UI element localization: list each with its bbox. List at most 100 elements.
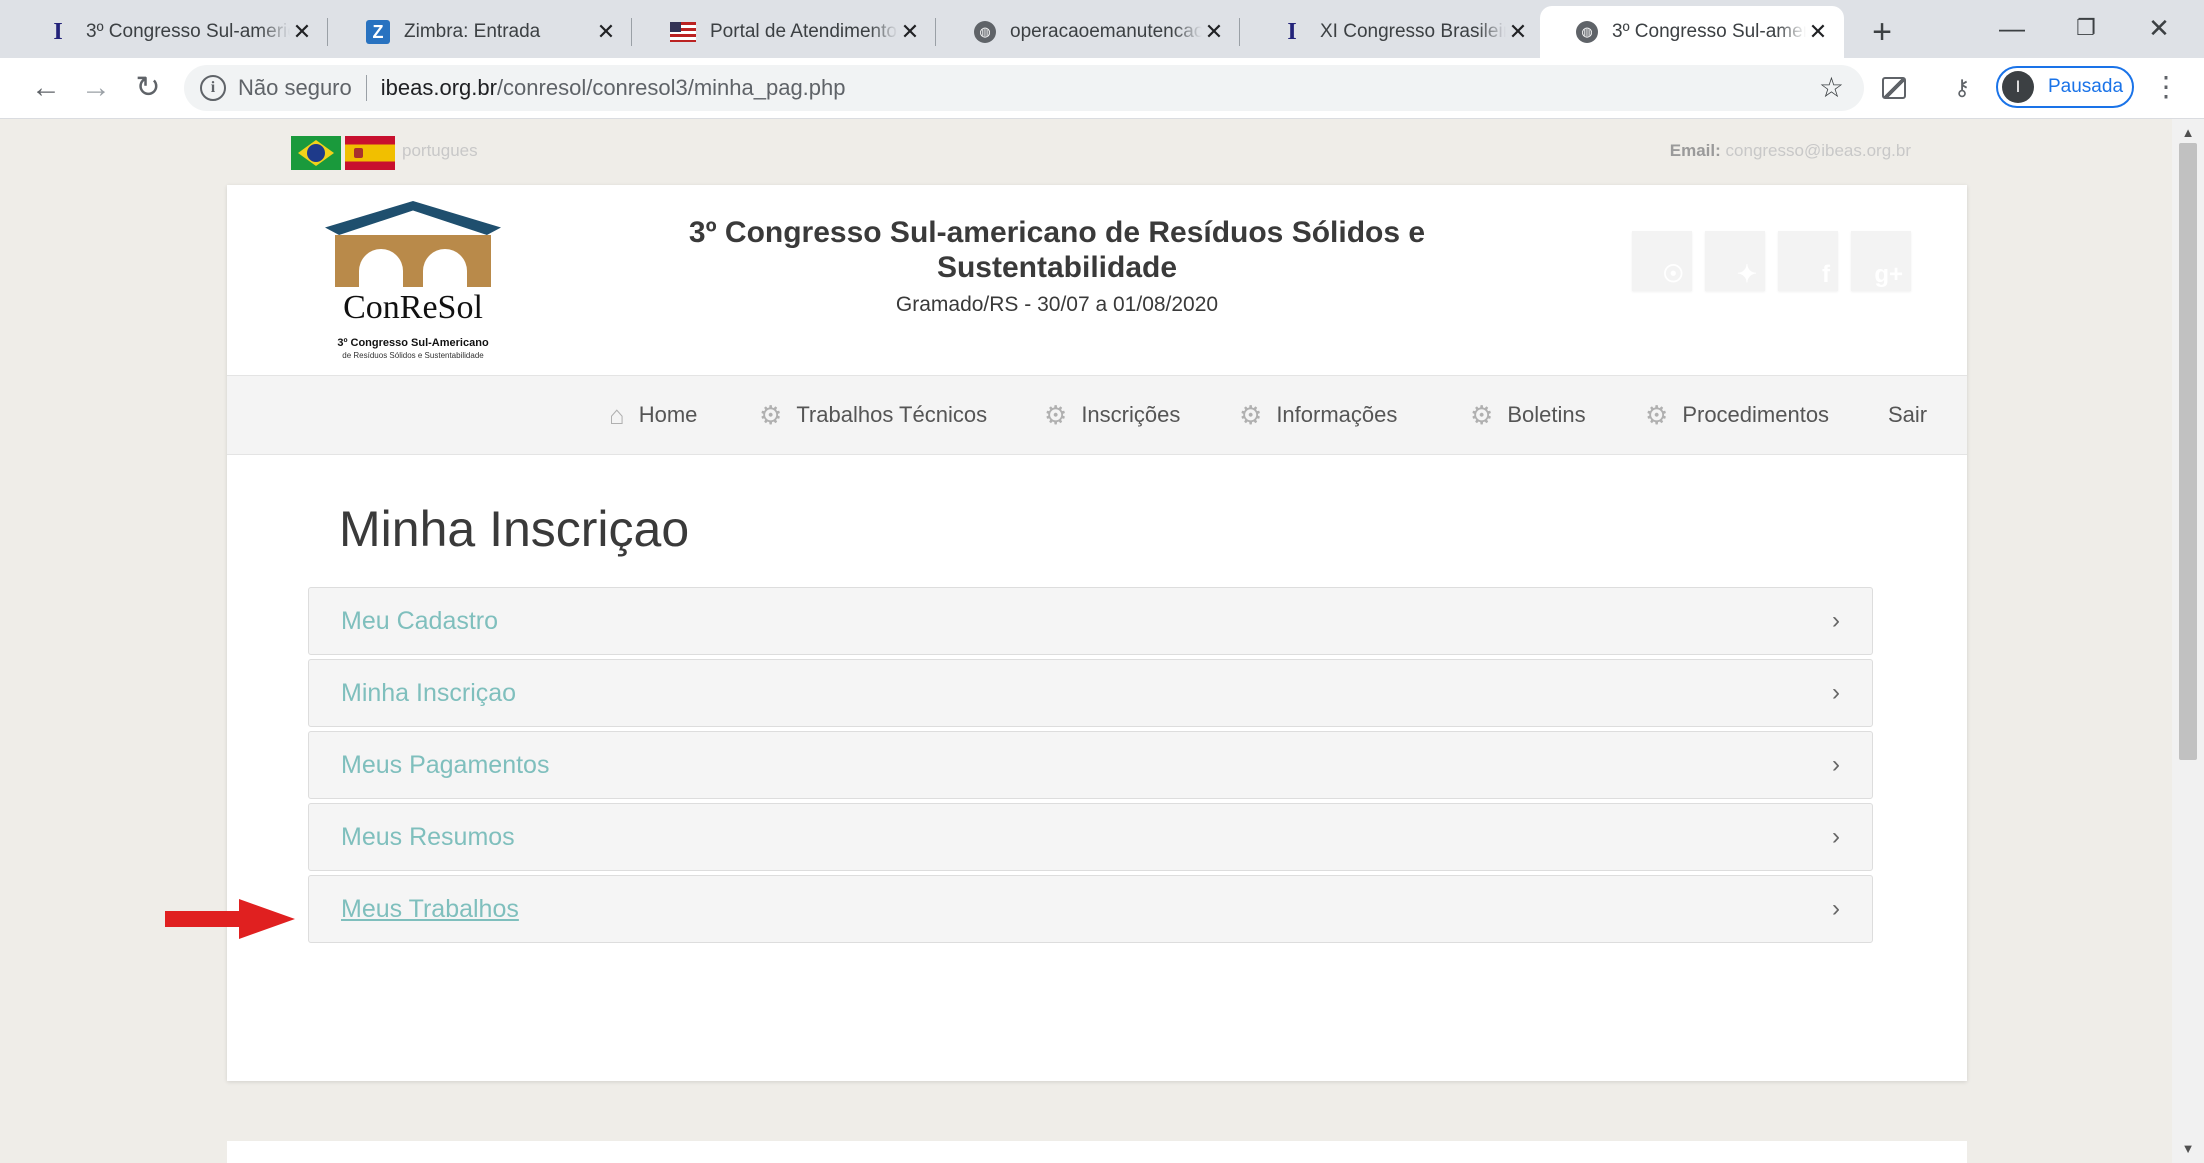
tab-portal-atendimento[interactable]: Portal de Atendimento ✕ (634, 6, 936, 58)
congress-icon: I (53, 18, 63, 45)
main-card: ConReSol 3º Congresso Sul-Americano de R… (227, 185, 1967, 1081)
congress-icon: I (1287, 18, 1297, 45)
globe-icon: ◍ (974, 21, 996, 43)
spain-flag-icon[interactable] (345, 136, 395, 170)
panel-label[interactable]: Minha Inscriçao (341, 660, 516, 726)
panel-meus-resumos[interactable]: Meus Resumos › (308, 803, 1873, 871)
globe-icon: ◍ (1576, 21, 1598, 43)
tab-title: Zimbra: Entrada (404, 21, 541, 42)
tab-zimbra[interactable]: Z Zimbra: Entrada ✕ (330, 6, 632, 58)
nav-label: Home (638, 402, 698, 427)
close-icon[interactable]: ✕ (898, 19, 922, 45)
gears-icon: ⚙ (1645, 399, 1669, 430)
logo-brand: ConReSol (343, 289, 483, 326)
site-title: 3º Congresso Sul-americano de Resíduos S… (688, 216, 1426, 284)
google-plus-icon[interactable]: g+ (1851, 231, 1911, 291)
email-address[interactable]: congresso@ibeas.org.br (1726, 141, 1911, 160)
tab-strip: I 3º Congresso Sul-americano ✕ Z Zimbra:… (0, 0, 2204, 58)
address-bar[interactable]: i Não seguro ibeas.org.br/conresol/conre… (184, 65, 1864, 111)
panel-minha-inscricao[interactable]: Minha Inscriçao › (308, 659, 1873, 727)
close-icon[interactable]: ✕ (594, 19, 618, 45)
nav-label: Trabalhos Técnicos (796, 402, 988, 427)
gears-icon: ⚙ (1239, 399, 1263, 430)
profile-button[interactable]: I Pausada (1996, 66, 2134, 108)
scroll-down-icon[interactable]: ▼ (2172, 1135, 2204, 1163)
bookmark-star-icon[interactable]: ☆ (1819, 71, 1844, 104)
close-icon[interactable]: ✕ (290, 19, 314, 45)
panel-label[interactable]: Meus Trabalhos (341, 876, 519, 942)
vertical-scrollbar[interactable]: ▲ ▼ (2172, 119, 2204, 1163)
tab-title: 3º Congresso Sul-americano (86, 21, 290, 42)
close-icon[interactable]: ✕ (1202, 19, 1226, 45)
gears-icon: ⚙ (1044, 399, 1068, 430)
annotation-arrow-icon (165, 899, 295, 939)
restore-icon[interactable]: ❐ (2051, 6, 2121, 50)
panel-label[interactable]: Meus Resumos (341, 804, 515, 870)
nav-trabalhos-tecnicos[interactable]: ⚙ Trabalhos Técnicos (759, 376, 987, 454)
tab-title: Portal de Atendimento (710, 21, 897, 42)
key-icon[interactable]: ⚷ (1946, 72, 1978, 104)
conresol-logo[interactable]: ConReSol 3º Congresso Sul-Americano de R… (317, 201, 509, 365)
nav-sair[interactable]: Sair (1888, 376, 1927, 454)
tab-title: XI Congresso Brasileiro (1320, 21, 1506, 42)
top-bar: portugues Email: congresso@ibeas.org.br (12, 119, 2172, 183)
back-arrow-icon[interactable]: ← (24, 66, 68, 110)
email-label: Email: (1669, 141, 1721, 160)
url-host[interactable]: ibeas.org.br (381, 75, 497, 101)
chevron-right-icon: › (1832, 823, 1840, 850)
zimbra-icon: Z (366, 20, 390, 44)
page-viewport: portugues Email: congresso@ibeas.org.br … (12, 119, 2172, 1163)
gears-icon: ⚙ (1470, 399, 1494, 430)
chevron-right-icon: › (1832, 679, 1840, 706)
menu-kebab-icon[interactable]: ⋮ (2152, 70, 2180, 104)
nav-inscricoes[interactable]: ⚙ Inscrições (1044, 376, 1180, 454)
logo-line1: 3º Congresso Sul-Americano (337, 337, 489, 349)
avatar: I (2002, 71, 2034, 103)
page-title: Minha Inscriçao (339, 501, 690, 557)
close-window-icon[interactable]: ✕ (2124, 6, 2194, 50)
minimize-icon[interactable]: — (1977, 6, 2047, 50)
tab-title: operacaoemanutencao (1010, 21, 1202, 42)
info-icon[interactable]: i (200, 75, 226, 101)
profile-label: Pausada (2048, 76, 2124, 97)
panel-label[interactable]: Meu Cadastro (341, 588, 498, 654)
twitter-icon[interactable]: ✦ (1705, 231, 1765, 291)
tab-congresso-1[interactable]: I 3º Congresso Sul-americano ✕ (8, 6, 328, 58)
panel-meus-trabalhos[interactable]: Meus Trabalhos › (308, 875, 1873, 943)
chevron-right-icon: › (1832, 607, 1840, 634)
reload-icon[interactable]: ↻ (126, 66, 170, 110)
brazil-flag-icon[interactable] (291, 136, 341, 170)
tab-congresso-active[interactable]: ◍ 3º Congresso Sul-americano ✕ (1540, 6, 1844, 58)
panel-meu-cadastro[interactable]: Meu Cadastro › (308, 587, 1873, 655)
url-path[interactable]: /conresol/conresol3/minha_pag.php (497, 75, 846, 101)
chevron-right-icon: › (1832, 895, 1840, 922)
nav-boletins[interactable]: ⚙ Boletins (1470, 376, 1586, 454)
new-tab-plus-icon[interactable]: + (1860, 10, 1904, 54)
logo-line2: de Resíduos Sólidos e Sustentabilidade (342, 351, 484, 360)
panel-label[interactable]: Meus Pagamentos (341, 732, 549, 798)
image-extension-icon[interactable] (1878, 72, 1910, 104)
security-label[interactable]: Não seguro (238, 75, 352, 101)
main-nav: ⌂ Home ⚙ Trabalhos Técnicos ⚙ Inscrições… (227, 375, 1967, 455)
site-subtitle: Gramado/RS - 30/07 a 01/08/2020 (895, 293, 1219, 316)
email-contact: Email: congresso@ibeas.org.br (1670, 141, 1911, 161)
chevron-right-icon: › (1832, 751, 1840, 778)
gears-icon: ⚙ (759, 399, 783, 430)
home-icon: ⌂ (609, 399, 625, 430)
nav-label: Informações (1276, 402, 1398, 427)
close-icon[interactable]: ✕ (1506, 19, 1530, 45)
tab-operacao[interactable]: ◍ operacaoemanutencao ✕ (938, 6, 1240, 58)
nav-home[interactable]: ⌂ Home (609, 376, 697, 454)
rss-icon[interactable]: ☉ (1632, 231, 1692, 291)
nav-label: Procedimentos (1682, 402, 1830, 427)
facebook-icon[interactable]: f (1778, 231, 1838, 291)
nav-label: Inscrições (1081, 402, 1181, 427)
close-icon[interactable]: ✕ (1806, 19, 1830, 45)
forward-arrow-icon[interactable]: → (74, 66, 118, 110)
nav-procedimentos[interactable]: ⚙ Procedimentos (1645, 376, 1829, 454)
panel-meus-pagamentos[interactable]: Meus Pagamentos › (308, 731, 1873, 799)
scrollbar-thumb[interactable] (2179, 143, 2197, 760)
nav-label: Boletins (1507, 402, 1586, 427)
nav-informacoes[interactable]: ⚙ Informações (1239, 376, 1397, 454)
tab-xi-congresso[interactable]: I XI Congresso Brasileiro ✕ (1242, 6, 1544, 58)
